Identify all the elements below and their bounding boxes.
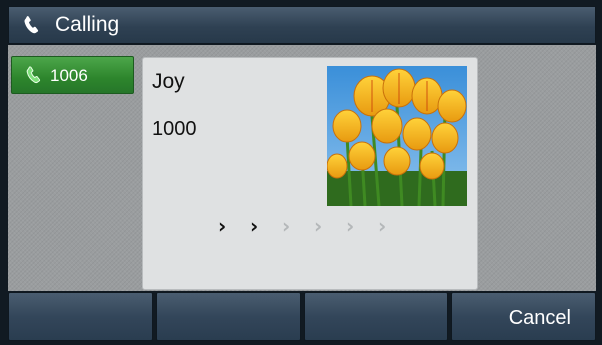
progress-chevron-icon: ›	[346, 214, 355, 238]
line-key-label: 1006	[50, 66, 88, 85]
call-content-area: 1006 Joy 1000 › › › › › ›	[8, 45, 596, 291]
contact-name: Joy	[152, 70, 185, 93]
progress-chevron-icon: ›	[314, 214, 323, 238]
progress-chevron-icon: ›	[250, 214, 259, 238]
tulip-photo	[327, 66, 467, 206]
contact-number: 1000	[152, 118, 197, 140]
progress-chevron-icon: ›	[378, 214, 387, 238]
progress-chevron-icon: ›	[282, 214, 291, 238]
line-key-1006[interactable]: 1006	[11, 56, 134, 94]
softkey-3[interactable]	[303, 292, 449, 341]
green-phone-icon	[26, 66, 41, 84]
title-bar: Calling	[8, 6, 596, 44]
softkey-2[interactable]	[155, 292, 301, 341]
softkey-bar: Cancel	[8, 292, 596, 341]
calling-progress-indicator: › › › › › ›	[218, 216, 418, 236]
cancel-button[interactable]: Cancel	[451, 292, 596, 341]
phone-handset-icon	[24, 16, 39, 34]
contact-photo	[327, 66, 467, 206]
call-info-card: Joy 1000 › › › › › ›	[142, 57, 478, 290]
softkey-1[interactable]	[8, 292, 153, 341]
page-title: Calling	[55, 13, 120, 36]
progress-chevron-icon: ›	[218, 214, 227, 238]
phone-screen: Calling 1006 Joy 1000 › › › › › › Cancel	[0, 0, 602, 345]
cancel-button-label: Cancel	[508, 307, 571, 329]
